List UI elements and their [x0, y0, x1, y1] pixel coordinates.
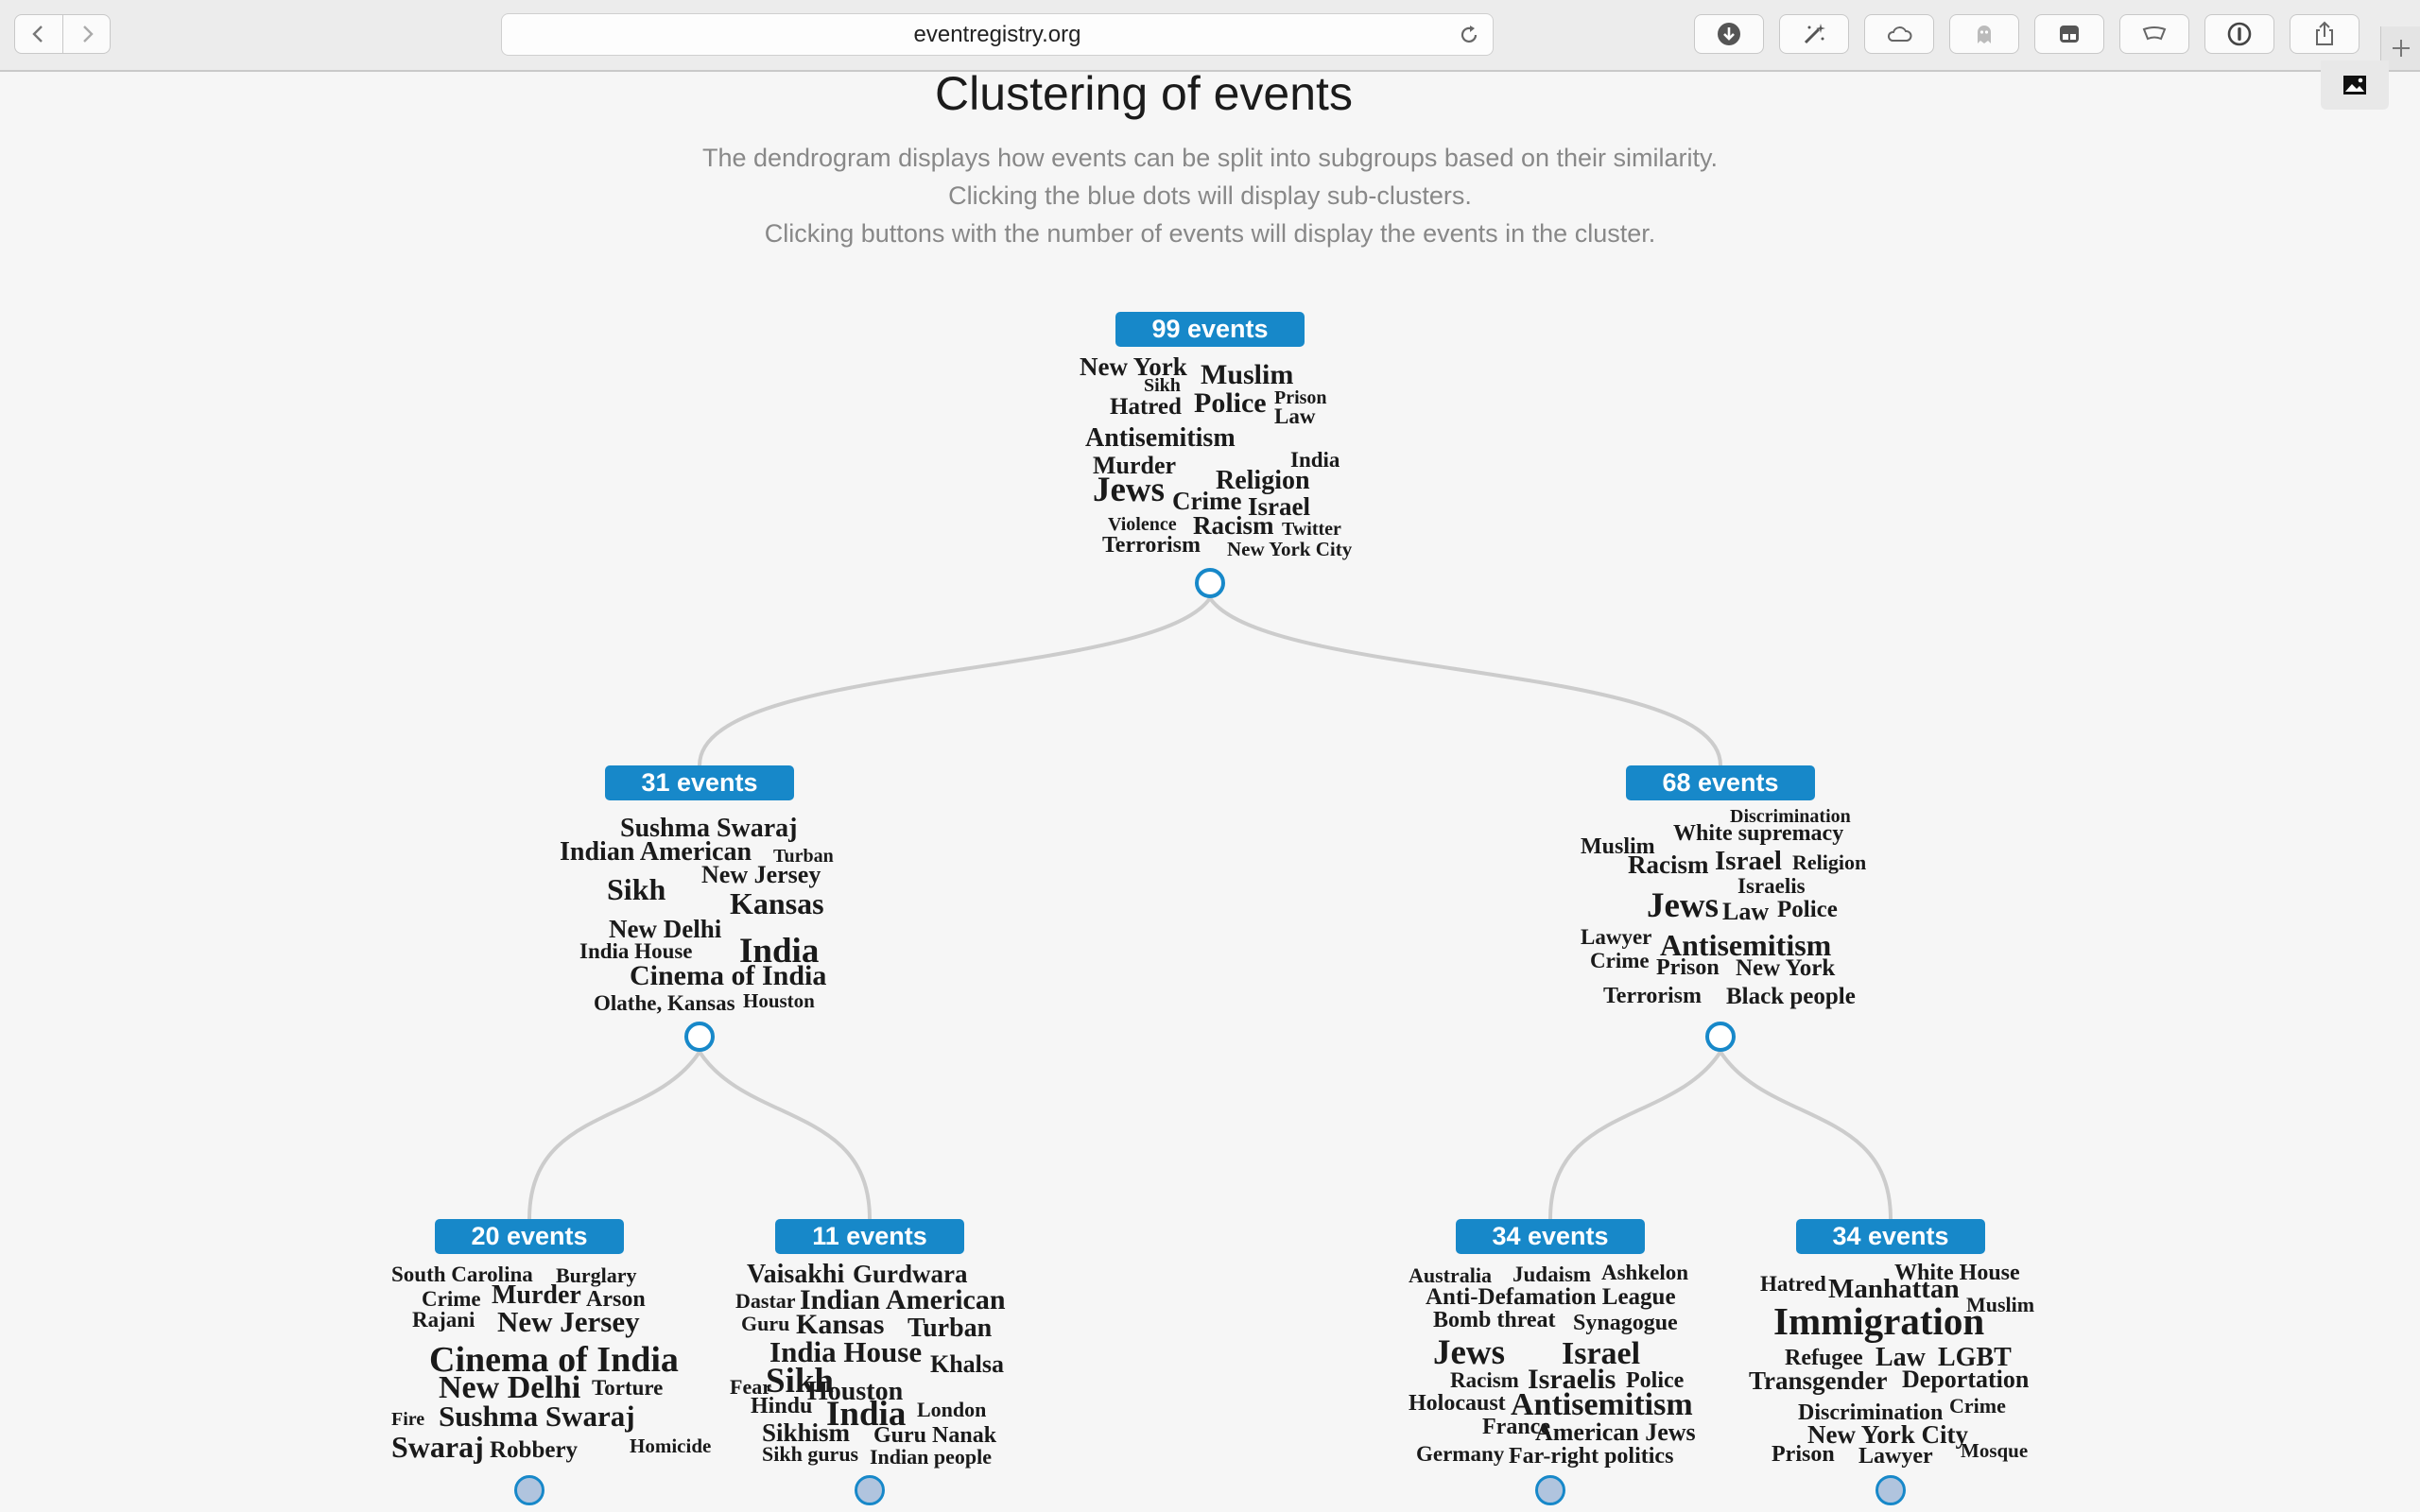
cloud-keyword: Torture — [592, 1376, 664, 1400]
cloud-keyword: Police — [1777, 897, 1838, 922]
cloud-keyword: Gurdwara — [853, 1260, 968, 1288]
cloud-keyword: Twitter — [1282, 519, 1341, 540]
cloud-keyword: White supremacy — [1673, 821, 1844, 846]
dendrogram-links — [527, 596, 1893, 1220]
cloud-keyword: Crime — [422, 1287, 481, 1311]
cloud-keyword: Sushma Swaraj — [439, 1400, 635, 1433]
cloud-keyword: Synagogue — [1573, 1311, 1678, 1335]
link-31-11 — [698, 1050, 872, 1220]
cloud-keyword: Lawyer — [1858, 1444, 1933, 1469]
collapsed-cluster-node[interactable] — [514, 1475, 544, 1505]
cloud-keyword: Prison — [1656, 955, 1720, 980]
cloud-keyword: Houston — [743, 989, 815, 1012]
link-99-31 — [698, 596, 1212, 766]
cloud-keyword: Deportation — [1902, 1366, 2030, 1393]
cloud-keyword: Ashkelon — [1601, 1261, 1689, 1284]
cloud-keyword: Crime — [1949, 1394, 2006, 1418]
link-99-68 — [1208, 596, 1722, 766]
cloud-keyword: Violence — [1108, 514, 1177, 535]
cloud-keyword: Robbery — [490, 1437, 579, 1463]
cloud-keyword: Germany — [1416, 1442, 1505, 1466]
cloud-keyword: Racism — [1628, 850, 1709, 879]
cloud-keyword: Hindu — [751, 1394, 813, 1418]
cloud-keyword: Law — [1274, 404, 1316, 428]
cloud-keyword: Sikh gurus — [762, 1442, 859, 1466]
cloud-keyword: Khalsa — [930, 1350, 1005, 1378]
cloud-keyword: Crime — [1590, 949, 1650, 972]
collapsed-cluster-node[interactable] — [1535, 1475, 1565, 1505]
cloud-keyword: Black people — [1726, 984, 1856, 1009]
cloud-keyword: Lawyer — [1581, 925, 1652, 949]
cloud-keyword: Olathe, Kansas — [594, 991, 735, 1015]
cloud-keyword: Transgender — [1749, 1366, 1888, 1395]
expanded-cluster-node[interactable] — [684, 1022, 715, 1052]
cluster-count-button[interactable]: 20 events — [435, 1219, 624, 1254]
cloud-keyword: New Jersey — [497, 1305, 640, 1338]
cloud-keyword: Prison — [1772, 1442, 1835, 1467]
cloud-keyword: Rajani — [412, 1308, 475, 1332]
cloud-keyword: New Delhi — [609, 915, 722, 943]
cloud-keyword: Jews — [1433, 1333, 1506, 1372]
cloud-keyword: New York — [1736, 955, 1836, 981]
expanded-cluster-node[interactable] — [1705, 1022, 1736, 1052]
cluster-count-button[interactable]: 11 events — [775, 1219, 964, 1254]
cloud-keyword: Mosque — [1961, 1439, 2029, 1462]
cloud-keyword: India House — [579, 939, 693, 963]
cloud-keyword: New Jersey — [701, 861, 821, 888]
cloud-keyword: Far-right politics — [1509, 1444, 1674, 1469]
cluster-count-button[interactable]: 31 events — [605, 765, 794, 800]
cloud-keyword: Hatred — [1110, 394, 1182, 420]
cloud-keyword: Sikh — [1144, 375, 1181, 396]
cluster-count-button[interactable]: 34 events — [1796, 1219, 1985, 1254]
cluster-count-button[interactable]: 99 events — [1115, 312, 1305, 347]
collapsed-cluster-node[interactable] — [855, 1475, 885, 1505]
cluster-count-button[interactable]: 34 events — [1456, 1219, 1645, 1254]
cloud-keyword: Law — [1722, 898, 1770, 925]
link-68-34a — [1548, 1050, 1722, 1220]
cloud-keyword: Muslim — [1201, 359, 1294, 390]
cloud-keyword: Fire — [391, 1409, 425, 1430]
cloud-keyword: Holocaust — [1409, 1391, 1506, 1416]
collapsed-cluster-node[interactable] — [1876, 1475, 1906, 1505]
cloud-keyword: Homicide — [630, 1435, 712, 1457]
cloud-keyword: Terrorism — [1603, 984, 1702, 1008]
cloud-keyword: Bomb threat — [1433, 1308, 1556, 1332]
cloud-keyword: Hatred — [1760, 1272, 1826, 1296]
cloud-keyword: Police — [1194, 387, 1267, 419]
cloud-keyword: Jews — [1647, 886, 1720, 925]
expanded-cluster-node[interactable] — [1195, 568, 1225, 598]
cloud-keyword: Dastar — [735, 1289, 796, 1313]
cloud-keyword: Swaraj — [391, 1430, 484, 1464]
cloud-keyword: Israel — [1715, 846, 1782, 876]
cloud-keyword: Racism — [1193, 511, 1274, 540]
cloud-keyword: Australia — [1409, 1263, 1492, 1287]
cloud-keyword: Israelis — [1737, 874, 1806, 898]
cloud-keyword: Anti-Defamation League — [1426, 1284, 1676, 1310]
cloud-keyword: Jews — [1093, 471, 1166, 509]
cloud-keyword: Sikh — [607, 872, 666, 906]
cloud-keyword: Judaism — [1512, 1263, 1592, 1286]
cloud-keyword: London — [917, 1398, 987, 1421]
cloud-keyword: American Jews — [1535, 1418, 1696, 1446]
cloud-keyword: Religion — [1792, 850, 1867, 874]
cloud-keyword: New York City — [1227, 538, 1353, 560]
cloud-keyword: Guru — [741, 1312, 790, 1335]
cloud-keyword: Crime — [1172, 487, 1242, 515]
cloud-keyword: Guru Nanak — [873, 1423, 997, 1448]
cloud-keyword: Racism — [1450, 1368, 1519, 1392]
cloud-keyword: Terrorism — [1102, 533, 1201, 558]
cloud-keyword: Immigration — [1773, 1299, 1985, 1343]
cloud-keyword: Antisemitism — [1085, 423, 1236, 453]
link-68-34b — [1719, 1050, 1893, 1220]
cluster-count-button[interactable]: 68 events — [1626, 765, 1815, 800]
link-31-20 — [527, 1050, 701, 1220]
cloud-keyword: Kansas — [730, 886, 824, 920]
cloud-keyword: Cinema of India — [630, 960, 827, 991]
cloud-keyword: Indian people — [870, 1445, 992, 1469]
